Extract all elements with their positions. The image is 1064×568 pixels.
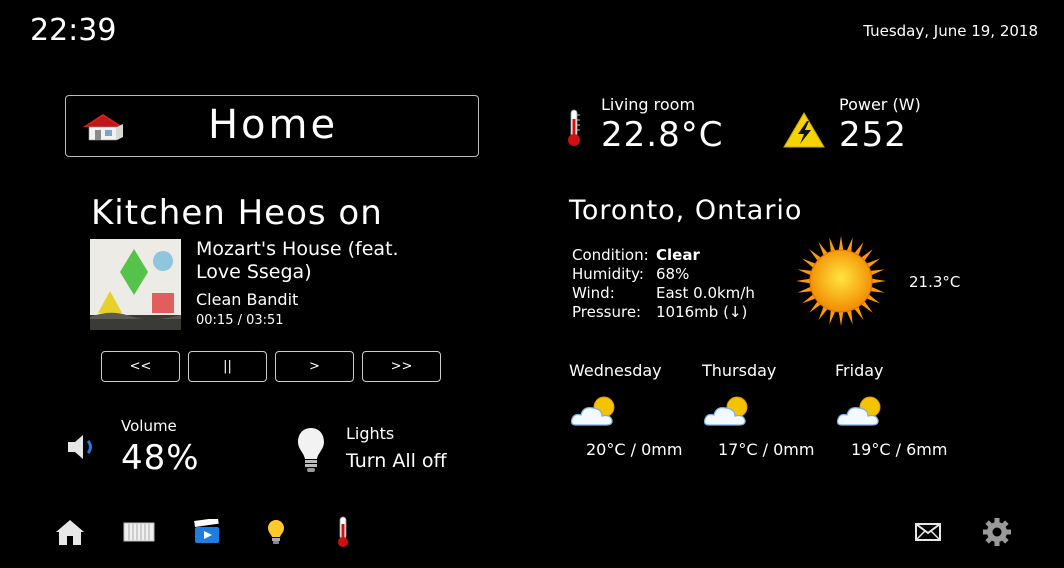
mail-icon <box>915 523 941 541</box>
condition-key: Condition: <box>572 246 649 264</box>
previous-button[interactable]: << <box>101 351 180 382</box>
speaker-icon[interactable] <box>66 430 100 464</box>
thermometer-icon <box>338 516 348 547</box>
current-temperature: 21.3°C <box>909 273 961 291</box>
nav-mail-button[interactable] <box>912 516 944 548</box>
volume-value[interactable]: 48% <box>121 438 200 478</box>
clock: 22:39 <box>30 13 117 48</box>
lights-label: Lights <box>346 424 395 443</box>
wind-key: Wind: <box>572 284 615 302</box>
nav-lights-button[interactable] <box>260 516 292 548</box>
nav-home-button[interactable] <box>54 516 86 548</box>
nav-settings-button[interactable] <box>981 516 1013 548</box>
room-selector-button[interactable]: Home <box>65 95 479 157</box>
album-art <box>90 239 181 330</box>
forecast-day-3: Friday <box>835 361 884 380</box>
wind-value: East 0.0km/h <box>656 284 755 302</box>
radiator-icon <box>123 522 155 542</box>
room-name: Home <box>207 102 339 148</box>
lightbulb-icon <box>268 520 284 544</box>
forecast-value-2: 17°C / 0mm <box>718 440 815 459</box>
living-room-label: Living room <box>601 95 696 114</box>
track-title: Mozart's House (feat. Love Ssega) <box>196 238 399 283</box>
lightbulb-icon[interactable] <box>296 426 326 474</box>
living-room-temperature: 22.8°C <box>601 115 724 155</box>
next-button[interactable]: >> <box>362 351 441 382</box>
weather-details: Condition: Clear Humidity: 68% Wind: East 0… <box>572 246 755 322</box>
date: Tuesday, June 19, 2018 <box>863 22 1038 40</box>
pause-button[interactable]: || <box>188 351 267 382</box>
thermometer-icon <box>568 109 580 146</box>
video-icon <box>194 519 219 543</box>
track-time: 00:15 / 03:51 <box>196 313 284 328</box>
partly-cloudy-icon <box>703 396 748 426</box>
nav-heating-button[interactable] <box>123 516 155 548</box>
forecast-value-3: 19°C / 6mm <box>851 440 948 459</box>
high-voltage-icon <box>783 112 825 148</box>
humidity-value: 68% <box>656 265 690 283</box>
forecast-day-2: Thursday <box>702 361 777 380</box>
track-artist: Clean Bandit <box>196 290 299 309</box>
partly-cloudy-icon <box>836 396 881 426</box>
pressure-value: 1016mb (↓) <box>656 303 748 321</box>
player-title: Kitchen Heos on <box>91 193 383 233</box>
forecast-day-1: Wednesday <box>569 361 662 380</box>
forecast-value-1: 20°C / 0mm <box>586 440 683 459</box>
pressure-key: Pressure: <box>572 303 642 321</box>
nav-temperature-button[interactable] <box>327 516 359 548</box>
weather-city: Toronto, Ontario <box>569 195 803 226</box>
nav-video-button[interactable] <box>191 516 223 548</box>
partly-cloudy-icon <box>570 396 615 426</box>
lights-all-off-button[interactable]: Turn All off <box>346 450 447 472</box>
home-icon <box>56 520 84 545</box>
volume-label: Volume <box>121 417 177 435</box>
settings-gear-icon <box>983 518 1011 546</box>
humidity-key: Humidity: <box>572 265 644 283</box>
sun-icon <box>796 236 886 326</box>
condition-value: Clear <box>656 246 700 264</box>
power-label: Power (W) <box>839 95 921 114</box>
power-value: 252 <box>839 115 907 155</box>
play-button[interactable]: > <box>275 351 354 382</box>
